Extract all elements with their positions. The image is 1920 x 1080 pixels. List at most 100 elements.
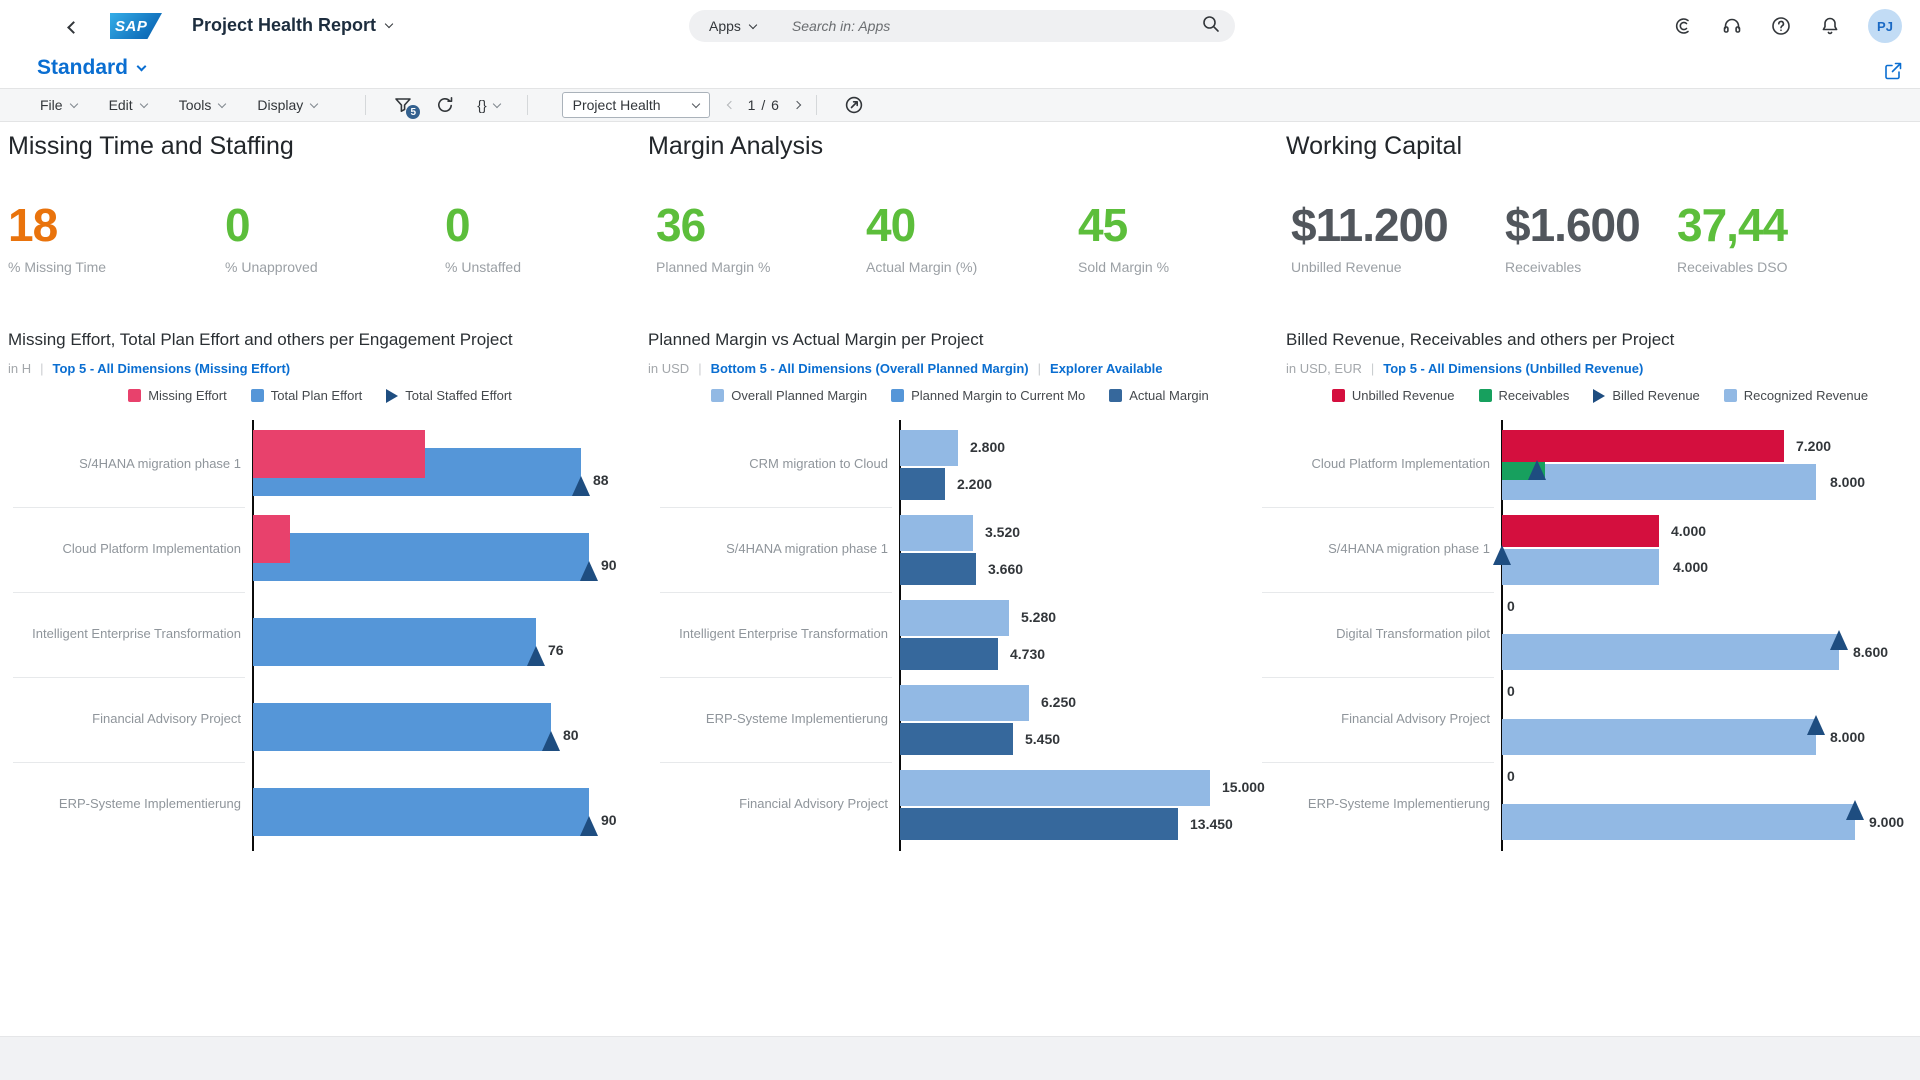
chart1-title: Missing Effort, Total Plan Effort and ot… xyxy=(8,330,513,349)
legend-item-missing-effort[interactable]: Missing Effort xyxy=(128,388,227,403)
bar-actual-margin[interactable] xyxy=(900,723,1013,755)
marker-total-staffed-effort[interactable] xyxy=(542,731,560,751)
bar-recognized-revenue[interactable] xyxy=(1502,719,1816,755)
bar-total-plan-effort[interactable] xyxy=(253,618,536,666)
row-separator xyxy=(1262,592,1494,593)
value-label: 8.000 xyxy=(1830,729,1866,745)
kpi-missing-time[interactable]: 18% Missing Time xyxy=(8,200,106,275)
search-scope-select[interactable]: Apps xyxy=(703,18,764,34)
kpi-actual-margin[interactable]: 40 Actual Margin (%) xyxy=(866,200,977,275)
bar-missing-effort[interactable] xyxy=(253,430,425,478)
bar-unbilled-revenue[interactable] xyxy=(1502,515,1659,547)
share-icon[interactable] xyxy=(1882,60,1904,82)
menu-display[interactable]: Display xyxy=(257,97,319,113)
chevron-down-icon xyxy=(384,19,394,29)
row-separator xyxy=(660,762,892,763)
bar-actual-margin[interactable] xyxy=(900,468,945,500)
chart3-legend: Unbilled Revenue Receivables Billed Revenu… xyxy=(1280,388,1920,403)
copilot-icon[interactable] xyxy=(1672,15,1694,37)
help-icon[interactable] xyxy=(1770,15,1792,37)
kpi-unapproved[interactable]: 0% Unapproved xyxy=(225,200,318,275)
kpi-unstaffed[interactable]: 0% Unstaffed xyxy=(445,200,521,275)
legend-swatch-icon xyxy=(1109,389,1123,402)
marker-billed-revenue[interactable] xyxy=(1830,630,1848,650)
bar-overall-planned-margin[interactable] xyxy=(900,515,973,551)
legend-item-planned-margin-to-current-mo[interactable]: Planned Margin to Current Mo xyxy=(891,388,1085,403)
chart2-title: Planned Margin vs Actual Margin per Proj… xyxy=(648,330,984,349)
bar-total-plan-effort[interactable] xyxy=(253,788,589,836)
formula-braces-dropdown[interactable]: {} xyxy=(477,97,501,113)
bar-missing-effort[interactable] xyxy=(253,515,290,563)
search-input[interactable]: Search in: Apps xyxy=(792,18,1201,34)
section-title-missing-time: Missing Time and Staffing xyxy=(8,132,294,160)
chart2-dimension-link[interactable]: Bottom 5 - All Dimensions (Overall Plann… xyxy=(711,361,1029,376)
bar-overall-planned-margin[interactable] xyxy=(900,430,958,466)
marker-billed-revenue[interactable] xyxy=(1807,715,1825,735)
view-row: Standard xyxy=(0,52,1920,88)
refresh-icon[interactable] xyxy=(435,95,455,115)
legend-item-unbilled-revenue[interactable]: Unbilled Revenue xyxy=(1331,388,1455,403)
legend-swatch-icon xyxy=(250,389,264,402)
page-section-select[interactable]: Project Health xyxy=(561,92,710,118)
headset-support-icon[interactable] xyxy=(1721,15,1743,37)
chart1-dimension-link[interactable]: Top 5 - All Dimensions (Missing Effort) xyxy=(53,361,291,376)
legend-item-overall-planned-margin[interactable]: Overall Planned Margin xyxy=(711,388,867,403)
bar-actual-margin[interactable] xyxy=(900,808,1178,840)
marker-total-staffed-effort[interactable] xyxy=(572,476,590,496)
bar-overall-planned-margin[interactable] xyxy=(900,600,1009,636)
report-title-dropdown[interactable]: Project Health Report xyxy=(192,15,394,36)
chart3-dimension-link[interactable]: Top 5 - All Dimensions (Unbilled Revenue… xyxy=(1383,361,1643,376)
legend-swatch-icon xyxy=(711,389,725,402)
bar-unbilled-revenue[interactable] xyxy=(1502,430,1784,462)
marker-total-staffed-effort[interactable] xyxy=(580,816,598,836)
bar-total-plan-effort[interactable] xyxy=(253,533,589,581)
marker-total-staffed-effort[interactable] xyxy=(580,561,598,581)
bar-total-plan-effort[interactable] xyxy=(253,703,551,751)
row-separator xyxy=(1262,507,1494,508)
marker-total-staffed-effort[interactable] xyxy=(527,646,545,666)
search-bar[interactable]: Apps Search in: Apps xyxy=(689,10,1235,42)
notifications-bell-icon[interactable] xyxy=(1819,15,1841,37)
next-page-icon[interactable] xyxy=(792,100,802,110)
bar-recognized-revenue[interactable] xyxy=(1502,464,1816,500)
marker-billed-revenue[interactable] xyxy=(1493,545,1511,565)
chevron-down-icon xyxy=(492,99,501,108)
bar-recognized-revenue[interactable] xyxy=(1502,549,1659,585)
kpi-unbilled-revenue[interactable]: $11.200 Unbilled Revenue xyxy=(1291,200,1449,275)
legend-item-recognized-revenue[interactable]: Recognized Revenue xyxy=(1723,388,1869,403)
avatar[interactable]: PJ xyxy=(1868,9,1902,43)
bar-overall-planned-margin[interactable] xyxy=(900,770,1210,806)
legend-label: Recognized Revenue xyxy=(1743,388,1869,403)
legend-item-total-plan-effort[interactable]: Total Plan Effort xyxy=(250,388,362,403)
menu-file[interactable]: File xyxy=(40,97,78,113)
kpi-sold-margin[interactable]: 45 Sold Margin % xyxy=(1078,200,1169,275)
marker-billed-revenue[interactable] xyxy=(1846,800,1864,820)
value-label: 0 xyxy=(1507,768,1515,784)
legend-item-billed-revenue[interactable]: Billed Revenue xyxy=(1593,388,1700,403)
kpi-planned-margin[interactable]: 36 Planned Margin % xyxy=(656,200,770,275)
search-icon[interactable] xyxy=(1201,14,1221,39)
legend-item-receivables[interactable]: Receivables xyxy=(1478,388,1569,403)
page-navigator: 1 / 6 xyxy=(726,97,802,113)
filter-icon[interactable]: 5 xyxy=(393,95,421,119)
row-separator xyxy=(13,677,245,678)
bar-recognized-revenue[interactable] xyxy=(1502,804,1855,840)
menu-tools[interactable]: Tools xyxy=(179,97,227,113)
previous-page-icon[interactable] xyxy=(726,100,735,110)
sap-logo[interactable]: SAP xyxy=(110,13,162,39)
view-mode-dropdown[interactable]: Standard xyxy=(37,56,147,80)
bar-actual-margin[interactable] xyxy=(900,553,976,585)
marker-billed-revenue[interactable] xyxy=(1528,460,1546,480)
chart2-explorer-link[interactable]: Explorer Available xyxy=(1050,361,1162,376)
value-label: 8.000 xyxy=(1830,474,1866,490)
menu-edit[interactable]: Edit xyxy=(109,97,148,113)
kpi-receivables[interactable]: $1.600 Receivables xyxy=(1505,200,1641,275)
present-mode-icon[interactable] xyxy=(844,95,864,115)
legend-item-total-staffed-effort[interactable]: Total Staffed Effort xyxy=(386,388,512,403)
bar-recognized-revenue[interactable] xyxy=(1502,634,1839,670)
bar-actual-margin[interactable] xyxy=(900,638,998,670)
bar-overall-planned-margin[interactable] xyxy=(900,685,1029,721)
back-button[interactable] xyxy=(62,16,84,38)
kpi-receivables-dso[interactable]: 37,44 Receivables DSO xyxy=(1677,200,1788,275)
legend-item-actual-margin[interactable]: Actual Margin xyxy=(1109,388,1209,403)
